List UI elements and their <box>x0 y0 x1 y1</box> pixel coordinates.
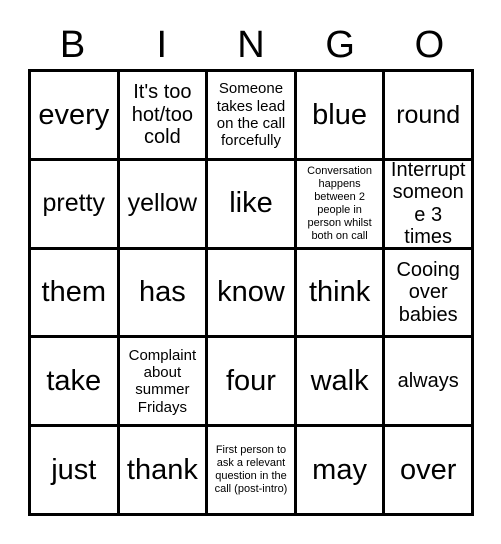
bingo-cell[interactable]: Interrupt someone 3 times <box>385 160 474 250</box>
bingo-header-letters: B I N G O <box>28 22 474 68</box>
bingo-cell[interactable]: thank <box>119 427 209 516</box>
bingo-cell-label: Someone takes lead on the call forcefull… <box>216 80 286 150</box>
bingo-cell-label: pretty <box>42 189 106 218</box>
bingo-cell[interactable]: think <box>296 249 386 339</box>
bingo-row: every It's too hot/too cold Someone take… <box>31 72 474 161</box>
bingo-letter-g: G <box>325 24 355 66</box>
bingo-cell-label: four <box>225 365 276 398</box>
bingo-cell-label: like <box>229 187 273 220</box>
bingo-cell[interactable]: every <box>31 72 120 161</box>
bingo-cell[interactable]: always <box>385 338 474 428</box>
bingo-cell[interactable]: four <box>208 338 297 428</box>
bingo-cell[interactable]: Conversation happens between 2 people in… <box>296 160 386 250</box>
bingo-cell-label: know <box>217 276 285 309</box>
bingo-cell-label: think <box>308 276 371 309</box>
bingo-cell-label: blue <box>312 98 367 131</box>
bingo-cell[interactable]: like <box>208 160 297 250</box>
bingo-cell[interactable]: round <box>385 72 474 161</box>
bingo-cell-label: them <box>41 276 107 309</box>
bingo-cell[interactable]: Complaint about summer Fridays <box>119 338 209 428</box>
bingo-cell-label: thank <box>126 453 198 486</box>
bingo-cell[interactable]: It's too hot/too cold <box>119 72 209 161</box>
bingo-cell[interactable]: walk <box>296 338 386 428</box>
bingo-cell[interactable]: may <box>296 427 386 516</box>
bingo-cell-label: round <box>396 100 461 129</box>
bingo-cell[interactable]: pretty <box>31 160 120 250</box>
bingo-cell-label: every <box>38 98 110 131</box>
bingo-cell-label: Cooing over babies <box>396 258 460 326</box>
bingo-cell-label: take <box>46 365 102 398</box>
bingo-cell-label: Conversation happens between 2 people in… <box>307 164 372 242</box>
bingo-cell[interactable]: Cooing over babies <box>385 249 474 339</box>
bingo-cell[interactable]: yellow <box>119 160 209 250</box>
bingo-cell[interactable]: blue <box>296 72 386 161</box>
bingo-cell-label: Interrupt someone 3 times <box>390 160 466 249</box>
bingo-cell-label: has <box>139 276 186 309</box>
bingo-cell-label: Complaint about summer Fridays <box>128 346 197 416</box>
bingo-cell-label: It's too hot/too cold <box>131 81 193 149</box>
bingo-cell[interactable]: take <box>31 338 120 428</box>
bingo-cell-label: walk <box>310 365 369 398</box>
bingo-row: take Complaint about summer Fridays four… <box>31 338 474 428</box>
bingo-row: just thank First person to ask a relevan… <box>31 427 474 516</box>
bingo-cell[interactable]: Someone takes lead on the call forcefull… <box>208 72 297 161</box>
bingo-cell[interactable]: know <box>208 249 297 339</box>
bingo-cell-label: First person to ask a relevant question … <box>214 444 288 496</box>
bingo-cell-label: just <box>51 453 97 486</box>
bingo-cell[interactable]: them <box>31 249 120 339</box>
bingo-letter-o: O <box>414 24 445 66</box>
bingo-letter-n: N <box>237 24 265 66</box>
bingo-cell[interactable]: just <box>31 427 120 516</box>
bingo-cell[interactable]: First person to ask a relevant question … <box>208 427 297 516</box>
bingo-row: them has know think Cooing over babies <box>31 249 474 339</box>
bingo-letter-i: I <box>156 24 168 66</box>
bingo-cell[interactable]: has <box>119 249 209 339</box>
bingo-cell-label: yellow <box>127 189 198 218</box>
bingo-grid: every It's too hot/too cold Someone take… <box>28 69 474 516</box>
bingo-cell-label: over <box>399 453 457 486</box>
bingo-card: B I N G O every It's too hot/too cold So… <box>0 0 501 544</box>
bingo-letter-b: B <box>59 24 86 66</box>
bingo-cell-label: may <box>312 453 367 486</box>
bingo-cell-label: always <box>397 370 459 393</box>
bingo-row: pretty yellow like Conversation happens … <box>31 160 474 250</box>
bingo-cell[interactable]: over <box>385 427 474 516</box>
